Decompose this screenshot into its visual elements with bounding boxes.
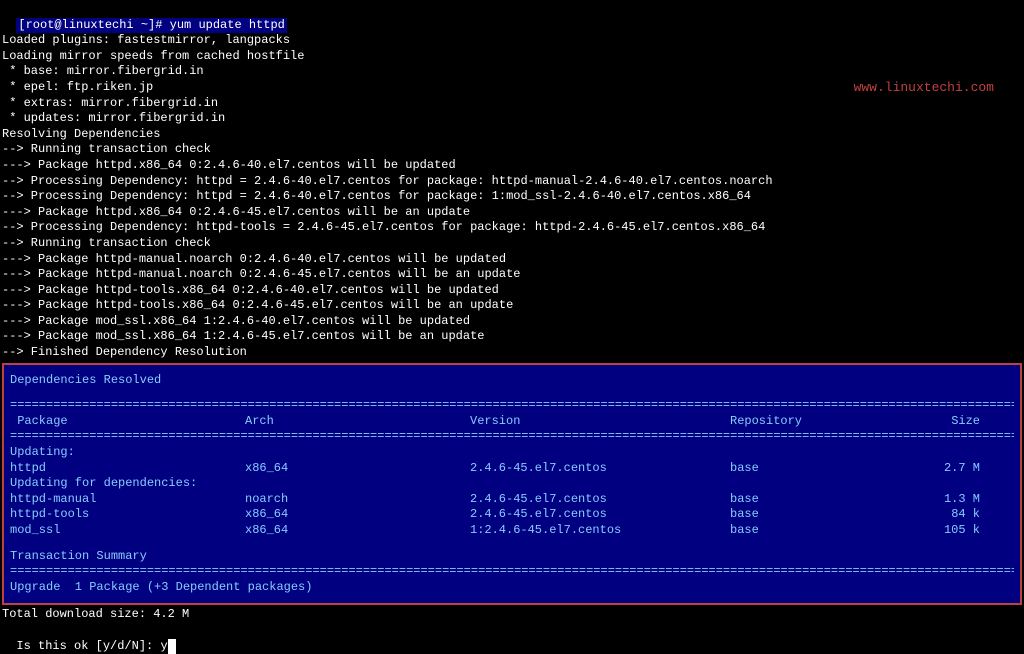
output-line: ---> Package httpd-manual.noarch 0:2.4.6… [2, 252, 1022, 268]
cell-size: 2.7 M [920, 461, 980, 477]
output-line: ---> Package httpd-manual.noarch 0:2.4.6… [2, 267, 1022, 283]
cell-version: 2.4.6-45.el7.centos [470, 461, 730, 477]
section-title: Updating: [10, 445, 1014, 461]
cursor [168, 639, 176, 654]
cell-repo: base [730, 492, 920, 508]
output-line: --> Running transaction check [2, 142, 1022, 158]
table-divider-top: ========================================… [10, 398, 1014, 414]
output-line: --> Running transaction check [2, 236, 1022, 252]
output-line: --> Finished Dependency Resolution [2, 345, 1022, 361]
prompt-userhost: [root@linuxtechi ~]# [18, 18, 162, 32]
cell-repo: base [730, 461, 920, 477]
output-line: ---> Package httpd-tools.x86_64 0:2.4.6-… [2, 298, 1022, 314]
confirm-input-value: y [160, 639, 167, 653]
cell-version: 2.4.6-45.el7.centos [470, 507, 730, 523]
table-row: mod_sslx86_641:2.4.6-45.el7.centosbase10… [10, 523, 1014, 539]
cell-size: 105 k [920, 523, 980, 539]
output-line: --> Processing Dependency: httpd = 2.4.6… [2, 174, 1022, 190]
header-version: Version [470, 414, 730, 430]
output-line: Resolving Dependencies [2, 127, 1022, 143]
cell-arch: x86_64 [245, 461, 470, 477]
cell-version: 1:2.4.6-45.el7.centos [470, 523, 730, 539]
output-line: --> Processing Dependency: httpd-tools =… [2, 220, 1022, 236]
output-line: * updates: mirror.fibergrid.in [2, 111, 1022, 127]
table-row: httpdx86_642.4.6-45.el7.centosbase2.7 M [10, 461, 1014, 477]
header-arch: Arch [245, 414, 470, 430]
header-size: Size [920, 414, 980, 430]
table-divider-bottom: ========================================… [10, 564, 1014, 580]
output-line: Loaded plugins: fastestmirror, langpacks [2, 33, 1022, 49]
output-line: Loading mirror speeds from cached hostfi… [2, 49, 1022, 65]
confirm-prompt-line[interactable]: Is this ok [y/d/N]: y [2, 623, 1022, 654]
download-size-line: Total download size: 4.2 M [2, 607, 1022, 623]
cell-package: httpd-tools [10, 507, 245, 523]
cell-size: 84 k [920, 507, 980, 523]
output-line: ---> Package httpd-tools.x86_64 0:2.4.6-… [2, 283, 1022, 299]
prompt-line: [root@linuxtechi ~]# yum update httpd [2, 2, 1022, 33]
confirm-prompt-text: Is this ok [y/d/N]: [16, 639, 160, 653]
output-line: --> Processing Dependency: httpd = 2.4.6… [2, 189, 1022, 205]
table-body: Updating: httpdx86_642.4.6-45.el7.centos… [10, 445, 1014, 539]
dependencies-resolved-box: Dependencies Resolved ==================… [2, 363, 1022, 606]
section-title: Updating for dependencies: [10, 476, 1014, 492]
deps-resolved-header: Dependencies Resolved [10, 373, 1014, 389]
cell-repo: base [730, 507, 920, 523]
output-line: ---> Package mod_ssl.x86_64 1:2.4.6-45.e… [2, 329, 1022, 345]
watermark-text: www.linuxtechi.com [854, 80, 994, 97]
header-repository: Repository [730, 414, 920, 430]
cell-arch: x86_64 [245, 507, 470, 523]
upgrade-summary-line: Upgrade 1 Package (+3 Dependent packages… [10, 580, 1014, 596]
cell-arch: x86_64 [245, 523, 470, 539]
output-line: * extras: mirror.fibergrid.in [2, 96, 1022, 112]
output-line: * base: mirror.fibergrid.in [2, 64, 1022, 80]
cell-package: mod_ssl [10, 523, 245, 539]
cell-package: httpd-manual [10, 492, 245, 508]
cell-size: 1.3 M [920, 492, 980, 508]
table-row: httpd-manualnoarch2.4.6-45.el7.centosbas… [10, 492, 1014, 508]
cell-package: httpd [10, 461, 245, 477]
output-line: ---> Package httpd.x86_64 0:2.4.6-40.el7… [2, 158, 1022, 174]
table-header-row: Package Arch Version Repository Size [10, 414, 1014, 430]
output-line: ---> Package mod_ssl.x86_64 1:2.4.6-40.e… [2, 314, 1022, 330]
cell-repo: base [730, 523, 920, 539]
cell-version: 2.4.6-45.el7.centos [470, 492, 730, 508]
table-row: httpd-toolsx86_642.4.6-45.el7.centosbase… [10, 507, 1014, 523]
header-package: Package [10, 414, 245, 430]
prompt-command: yum update httpd [170, 18, 285, 32]
transaction-summary-header: Transaction Summary [10, 549, 1014, 565]
output-line: ---> Package httpd.x86_64 0:2.4.6-45.el7… [2, 205, 1022, 221]
table-divider-mid: ========================================… [10, 429, 1014, 445]
cell-arch: noarch [245, 492, 470, 508]
